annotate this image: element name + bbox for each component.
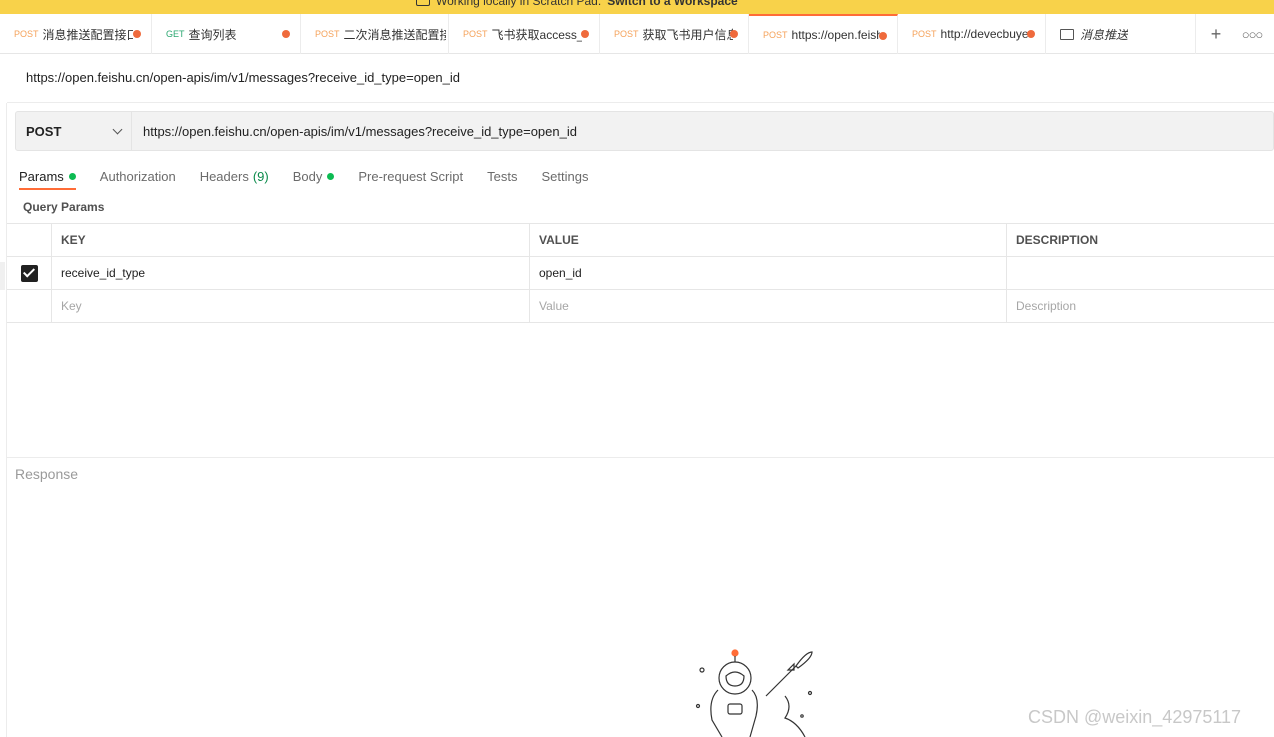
tab-method: POST [763, 30, 788, 40]
active-dot-icon [68, 172, 76, 180]
tab-settings-label: Settings [541, 168, 589, 184]
header-check-cell [7, 224, 52, 256]
switch-workspace-link[interactable]: Switch to a Workspace [607, 0, 737, 8]
param-key-cell[interactable]: receive_id_type [52, 257, 530, 289]
active-dot-icon [327, 172, 335, 180]
tab-body-label: Body [292, 168, 323, 184]
folder-tab[interactable]: 消息推送 [1046, 14, 1196, 54]
unsaved-dot-icon [282, 30, 290, 38]
request-tab-active[interactable]: POST https://open.feishu [749, 14, 898, 54]
key-placeholder-input[interactable]: Key [52, 290, 530, 322]
tab-tests-label: Tests [487, 168, 518, 184]
tab-prerequest-label: Pre-request Script [358, 168, 464, 184]
request-tab-bar: POST 消息推送配置接口 GET 查询列表 POST 二次消息推送配置接口 P… [0, 14, 1274, 54]
request-tab[interactable]: POST 飞书获取access_t [449, 14, 600, 54]
tab-method: POST [614, 29, 639, 39]
tab-method: POST [912, 29, 937, 39]
tab-method: GET [166, 29, 185, 39]
new-tab-plus-icon[interactable]: + [1201, 14, 1231, 54]
tab-prerequest-script[interactable]: Pre-request Script [358, 162, 463, 190]
scratch-pad-banner: Working locally in Scratch Pad. Switch t… [0, 0, 1274, 14]
url-bar: POST [15, 111, 1274, 151]
folder-icon [1060, 28, 1074, 40]
param-value-cell[interactable]: open_id [530, 257, 1007, 289]
table-row: receive_id_type open_id [7, 257, 1274, 290]
tab-headers[interactable]: Headers (9) [200, 162, 269, 190]
row-check-cell [7, 290, 52, 322]
tab-settings[interactable]: Settings [541, 162, 588, 190]
table-row-new: Key Value Description [7, 290, 1274, 323]
scratch-pad-icon [416, 0, 430, 6]
divider [7, 102, 1274, 103]
chevron-down-icon [112, 124, 123, 135]
tab-method: POST [14, 29, 39, 39]
request-tab[interactable]: POST 消息推送配置接口 [0, 14, 152, 54]
headers-count: (9) [252, 168, 269, 184]
tab-method: POST [315, 29, 340, 39]
description-placeholder-input[interactable]: Description [1007, 290, 1274, 322]
request-subtabs: Params Authorization Headers (9) Body Pr… [19, 162, 612, 192]
value-placeholder-input[interactable]: Value [530, 290, 1007, 322]
method-select[interactable]: POST [16, 112, 132, 150]
tab-title: http://devecbuyer [940, 27, 1029, 41]
response-label: Response [15, 466, 79, 482]
tab-headers-label: Headers [199, 168, 249, 184]
method-label: POST [26, 123, 62, 139]
column-header-description: DESCRIPTION [1016, 233, 1099, 247]
tab-authorization[interactable]: Authorization [100, 162, 176, 190]
request-tab[interactable]: POST 获取飞书用户信息 [600, 14, 749, 54]
astronaut-illustration-icon [695, 649, 813, 737]
table-header-row: KEY VALUE DESCRIPTION [7, 224, 1274, 257]
column-header-value: VALUE [530, 224, 1007, 256]
banner-text: Working locally in Scratch Pad. [436, 0, 602, 8]
tab-title: 二次消息推送配置接口 [343, 27, 446, 42]
request-tab[interactable]: POST http://devecbuyer [898, 14, 1046, 54]
tab-params-label: Params [19, 168, 64, 184]
more-tabs-icon[interactable]: ○○○ [1237, 14, 1267, 54]
tab-title: 消息推送配置接口 [42, 27, 133, 42]
request-tab[interactable]: POST 二次消息推送配置接口 [301, 14, 449, 54]
unsaved-dot-icon [879, 32, 887, 40]
query-params-title: Query Params [23, 200, 105, 214]
csdn-watermark: CSDN @weixin_42975117 [1028, 707, 1242, 727]
tab-params[interactable]: Params [19, 162, 76, 190]
tab-authorization-label: Authorization [99, 168, 176, 184]
tab-title: 查询列表 [188, 27, 237, 42]
row-drag-handle[interactable] [0, 262, 5, 290]
unsaved-dot-icon [133, 30, 141, 38]
sidebar-edge [6, 103, 7, 737]
unsaved-dot-icon [581, 30, 589, 38]
request-name[interactable]: https://open.feishu.cn/open-apis/im/v1/m… [26, 70, 460, 85]
unsaved-dot-icon [1027, 30, 1035, 38]
tab-title: 飞书获取access_t [491, 27, 582, 42]
query-params-table: KEY VALUE DESCRIPTION receive_id_type op… [7, 223, 1274, 323]
tab-method: POST [463, 29, 488, 39]
folder-tab-title: 消息推送 [1080, 27, 1129, 42]
tab-tests[interactable]: Tests [487, 162, 517, 190]
row-check-cell [7, 257, 52, 289]
response-divider[interactable] [7, 457, 1274, 458]
tab-title: 获取飞书用户信息 [642, 27, 733, 42]
checkbox-checked-icon[interactable] [20, 264, 38, 282]
tab-body[interactable]: Body [293, 162, 335, 190]
url-input[interactable] [132, 112, 1273, 150]
unsaved-dot-icon [730, 30, 738, 38]
tab-title: https://open.feishu [791, 28, 880, 42]
param-description-cell[interactable] [1007, 257, 1274, 289]
column-header-key: KEY [52, 224, 530, 256]
request-tab[interactable]: GET 查询列表 [152, 14, 301, 54]
